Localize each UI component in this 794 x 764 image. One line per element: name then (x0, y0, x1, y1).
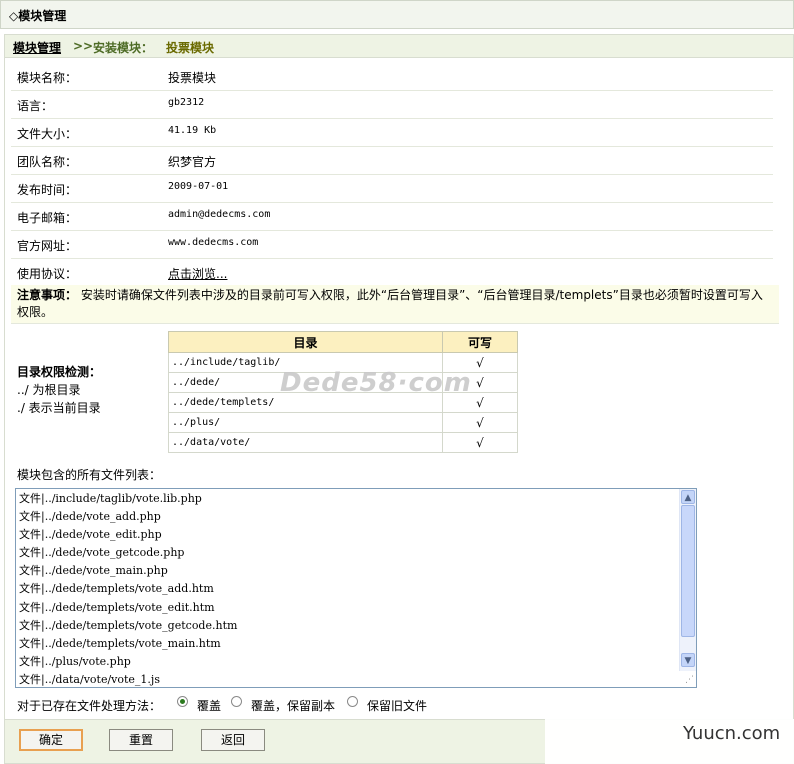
info-label: 文件大小： (17, 127, 78, 141)
radio-keep-old-label[interactable]: 保留旧文件 (367, 697, 427, 714)
table-header-row: 目录 可写 (168, 331, 518, 353)
install-module-panel: 模块管理 >> 安装模块： 投票模块 模块名称： 投票模块 语言： gb2312… (4, 34, 794, 764)
list-item: 文件|../dede/vote_add.php (19, 510, 161, 524)
file-list-textarea[interactable]: 文件|../include/taglib/vote.lib.php 文件|../… (15, 488, 697, 688)
license-view-link[interactable]: 点击浏览... (168, 265, 227, 282)
notice-box: 注意事项： 安装时请确保文件列表中涉及的目录前可写入权限，此外“后台管理目录”、… (11, 285, 779, 324)
brand-text: Yuucn.com (683, 723, 781, 744)
info-label: 发布时间： (17, 183, 78, 197)
breadcrumb: 模块管理 >> 安装模块： 投票模块 (5, 35, 793, 58)
info-row-date: 发布时间： 2009-07-01 (11, 175, 773, 203)
breadcrumb-module-manage-link[interactable]: 模块管理 (13, 39, 61, 56)
list-item: 文件|../include/taglib/vote.lib.php (19, 492, 202, 505)
radio-keep-old[interactable] (347, 696, 358, 707)
file-list-label: 模块包含的所有文件列表： (17, 468, 162, 482)
info-row-language: 语言： gb2312 (11, 91, 773, 119)
list-item: 文件|../data/vote/vote_1.js (19, 672, 160, 686)
info-row-license: 使用协议： 点击浏览... (11, 259, 773, 286)
watermark-logo: Dede58·com (280, 368, 472, 398)
notice-text: 安装时请确保文件列表中涉及的目录前可写入权限，此外“后台管理目录”、“后台管理目… (17, 288, 763, 319)
radio-overwrite[interactable] (177, 696, 188, 707)
table-row: ../plus/ √ (168, 412, 518, 433)
permission-hint-current: ./ 表示当前目录 (17, 401, 101, 415)
info-row-team: 团队名称： 织梦官方 (11, 147, 773, 175)
column-header-directory: 目录 (168, 331, 443, 353)
list-item: 文件|../dede/templets/vote_getcode.htm (19, 618, 238, 632)
breadcrumb-separator: >> (73, 39, 94, 53)
page-title: ◇模块管理 (9, 9, 67, 23)
brand-watermark: Yuucn.com (545, 719, 794, 764)
list-item: 文件|../dede/templets/vote_edit.htm (19, 600, 215, 614)
scroll-down-icon[interactable]: ▼ (681, 653, 695, 667)
permission-hint-root: ../ 为根目录 (17, 383, 81, 397)
writable-check: √ (442, 412, 518, 433)
list-item: 文件|../dede/vote_edit.php (19, 528, 162, 542)
radio-overwrite-keep-copy[interactable] (231, 696, 242, 707)
info-label: 团队名称： (17, 155, 78, 169)
permission-check-title: 目录权限检测： (17, 365, 102, 379)
info-value: 2009-07-01 (168, 181, 229, 192)
writable-check: √ (442, 432, 518, 453)
resize-grip-icon[interactable]: ⋰ (685, 675, 694, 685)
column-header-writable: 可写 (442, 331, 518, 353)
back-button[interactable]: 返回 (201, 729, 265, 751)
info-value: www.dedecms.com (168, 237, 259, 248)
list-item: 文件|../dede/templets/vote_main.htm (19, 636, 221, 650)
info-value: admin@dedecms.com (168, 209, 271, 220)
radio-overwrite-keep-copy-label[interactable]: 覆盖，保留副本 (251, 697, 335, 714)
list-item: 文件|../dede/templets/vote_add.htm (19, 582, 214, 596)
info-row-filesize: 文件大小： 41.19 Kb (11, 119, 773, 147)
table-row: ../data/vote/ √ (168, 432, 518, 453)
info-value: 投票模块 (168, 71, 217, 85)
breadcrumb-current: 投票模块 (166, 41, 215, 55)
info-label: 官方网址： (17, 239, 78, 253)
list-item: 文件|../plus/vote.php (19, 654, 131, 668)
list-item: 文件|../dede/vote_getcode.php (19, 546, 185, 560)
page-header: ◇模块管理 (0, 0, 794, 29)
list-item: 文件|../dede/vote_main.php (19, 564, 168, 578)
directory-cell: ../data/vote/ (168, 432, 443, 453)
info-label: 语言： (17, 99, 54, 113)
file-list-lines: 文件|../include/taglib/vote.lib.php 文件|../… (19, 490, 238, 687)
info-label: 使用协议： (17, 267, 78, 281)
confirm-button[interactable]: 确定 (19, 729, 83, 751)
method-question: 对于已存在文件处理方法： (17, 699, 162, 713)
info-value: gb2312 (168, 97, 205, 108)
info-label: 模块名称： (17, 71, 78, 85)
info-label: 电子邮箱： (17, 211, 78, 225)
info-value: 41.19 Kb (168, 125, 217, 136)
info-value: 织梦官方 (168, 155, 217, 169)
info-row-name: 模块名称： 投票模块 (11, 63, 773, 91)
notice-label: 注意事项： (17, 288, 78, 302)
file-list-scrollbar[interactable]: ▲ ▼ (679, 489, 696, 671)
scrollbar-thumb[interactable] (681, 505, 695, 637)
info-row-email: 电子邮箱： admin@dedecms.com (11, 203, 773, 231)
scroll-up-icon[interactable]: ▲ (681, 490, 695, 504)
reset-button[interactable]: 重置 (109, 729, 173, 751)
info-row-website: 官方网址： www.dedecms.com (11, 231, 773, 259)
permission-check-label: 目录权限检测： ../ 为根目录 ./ 表示当前目录 (17, 363, 101, 417)
directory-cell: ../plus/ (168, 412, 443, 433)
radio-overwrite-label[interactable]: 覆盖 (197, 697, 221, 714)
breadcrumb-install-step: 安装模块： (93, 41, 154, 55)
